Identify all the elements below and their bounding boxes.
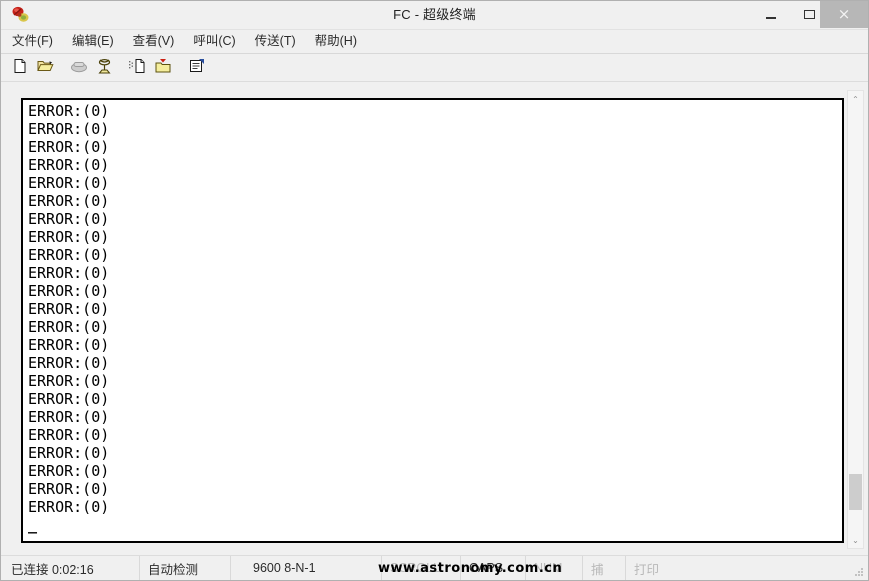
terminal-cursor: _ <box>28 516 38 534</box>
status-print: 打印 <box>634 562 660 577</box>
terminal-line: ERROR:(0) <box>28 444 110 462</box>
terminal-container: ERROR:(0) ERROR:(0) ERROR:(0) ERROR:(0) ERRO… <box>11 90 847 549</box>
status-baud-rate: 9600 8-N-1 <box>231 556 382 580</box>
scrollbar-track[interactable] <box>848 107 863 532</box>
terminal-line: ERROR:(0) <box>28 210 110 228</box>
menu-edit[interactable]: 编辑(E) <box>72 31 123 52</box>
send-file-icon <box>129 58 147 77</box>
new-connection-icon <box>12 58 28 77</box>
scroll-down-button[interactable]: ⌄ <box>848 532 863 548</box>
menu-view[interactable]: 查看(V) <box>133 31 184 52</box>
terminal-line: ERROR:(0) <box>28 336 110 354</box>
hyperterminal-window: FC - 超级终端 × 文件(F) 编辑(E) 查看(V) 呼叫(C) 传送(T… <box>0 0 869 581</box>
terminal-line: ERROR:(0) <box>28 156 110 174</box>
minimize-button[interactable] <box>751 1 790 28</box>
phone-dial-button[interactable] <box>93 57 115 79</box>
phone-dial-icon <box>96 58 113 78</box>
terminal-line: ERROR:(0) <box>28 246 110 264</box>
receive-file-icon <box>154 58 172 77</box>
resize-grip[interactable] <box>853 566 865 578</box>
title-bar: FC - 超级终端 × <box>1 1 868 30</box>
close-icon: × <box>837 5 851 23</box>
terminal-line: ERROR:(0) <box>28 426 110 444</box>
terminal-line: ERROR:(0) <box>28 480 110 498</box>
chevron-up-icon: ⌃ <box>852 94 859 104</box>
menu-transfer[interactable]: 传送(T) <box>255 31 305 52</box>
terminal-line: ERROR:(0) <box>28 264 110 282</box>
client-area: ERROR:(0) ERROR:(0) ERROR:(0) ERROR:(0) ERRO… <box>1 82 868 555</box>
phone-hangup-button[interactable] <box>68 57 90 79</box>
scroll-up-button[interactable]: ⌃ <box>848 91 863 107</box>
terminal-line: ERROR:(0) <box>28 390 110 408</box>
terminal-line: ERROR:(0) <box>28 354 110 372</box>
terminal-line: ERROR:(0) <box>28 192 110 210</box>
status-scroll: SCROLL <box>382 556 461 580</box>
status-connected: 已连接 0:02:16 <box>7 556 140 580</box>
properties-icon <box>189 58 206 77</box>
menu-call[interactable]: 呼叫(C) <box>193 31 244 52</box>
terminal-line: ERROR:(0) <box>28 462 110 480</box>
terminal-line: ERROR:(0) <box>28 318 110 336</box>
toolbar-separator <box>59 57 68 79</box>
terminal-line: ERROR:(0) <box>28 372 110 390</box>
toolbar-separator-3 <box>177 57 186 79</box>
status-num: NUM <box>526 556 583 580</box>
toolbar-separator-2 <box>118 57 127 79</box>
vertical-scrollbar[interactable]: ⌃ ⌄ <box>847 90 864 549</box>
terminal-frame: ERROR:(0) ERROR:(0) ERROR:(0) ERROR:(0) ERRO… <box>21 98 844 543</box>
receive-file-button[interactable] <box>152 57 174 79</box>
send-file-button[interactable] <box>127 57 149 79</box>
terminal-line: ERROR:(0) <box>28 282 110 300</box>
new-connection-button[interactable] <box>9 57 31 79</box>
menu-bar: 文件(F) 编辑(E) 查看(V) 呼叫(C) 传送(T) 帮助(H) <box>1 30 868 54</box>
minimize-icon <box>765 16 776 19</box>
status-caps: CAPS <box>461 556 526 580</box>
chevron-down-icon: ⌄ <box>852 535 859 545</box>
close-button[interactable]: × <box>820 1 868 28</box>
terminal-line: ERROR:(0) <box>28 120 110 138</box>
window-title: FC - 超级终端 <box>393 7 476 22</box>
toolbar <box>1 54 868 82</box>
scrollbar-thumb[interactable] <box>849 474 862 510</box>
status-capture: 捕 <box>583 556 626 580</box>
terminal-line: ERROR:(0) <box>28 498 110 516</box>
open-folder-icon <box>36 58 54 77</box>
terminal-line: ERROR:(0) <box>28 138 110 156</box>
status-bar: 已连接 0:02:16 自动检测 9600 8-N-1 SCROLL CAPS … <box>1 555 868 580</box>
properties-button[interactable] <box>186 57 208 79</box>
terminal-line: ERROR:(0) <box>28 174 110 192</box>
menu-file[interactable]: 文件(F) <box>12 31 62 52</box>
status-detect: 自动检测 <box>140 556 231 580</box>
open-folder-button[interactable] <box>34 57 56 79</box>
maximize-icon <box>804 10 815 19</box>
terminal-line: ERROR:(0) <box>28 300 110 318</box>
terminal-line: ERROR:(0) <box>28 228 110 246</box>
terminal-line: ERROR:(0) <box>28 102 110 120</box>
phone-hangup-icon <box>70 59 88 76</box>
terminal-screen[interactable]: ERROR:(0) ERROR:(0) ERROR:(0) ERROR:(0) ERRO… <box>23 100 842 541</box>
terminal-line: ERROR:(0) <box>28 408 110 426</box>
menu-help[interactable]: 帮助(H) <box>315 31 366 52</box>
